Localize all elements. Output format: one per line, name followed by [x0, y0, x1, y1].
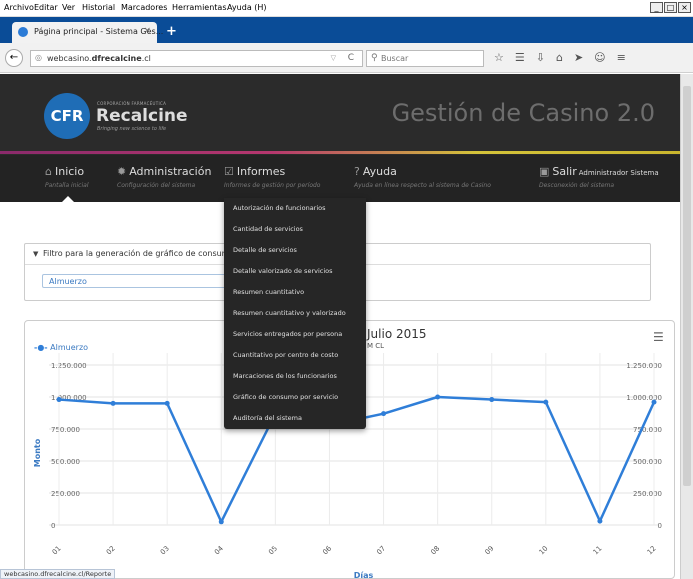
data-point: [164, 400, 170, 406]
data-point: [543, 399, 549, 405]
y-tick-label-right: 0: [658, 522, 662, 530]
chart-subtitle: M CL: [367, 342, 385, 350]
x-tick-label: 08: [429, 544, 441, 556]
x-tick-label: 09: [483, 544, 495, 556]
data-point: [110, 400, 116, 406]
data-point: [56, 397, 62, 403]
y-tick-label-right: 1.250.000: [626, 362, 662, 370]
legend-label: Almuerzo: [50, 343, 89, 352]
dd-servicios-persona[interactable]: Servicios entregados por persona: [233, 330, 342, 338]
page-scrollbar[interactable]: [680, 74, 693, 579]
x-axis-label: Días: [354, 571, 374, 579]
chart-menu-icon[interactable]: ☰: [653, 330, 664, 344]
dd-grafico-consumo[interactable]: Gráfico de consumo por servicio: [233, 393, 338, 401]
x-tick-label: 11: [592, 544, 604, 556]
dd-autorizacion[interactable]: Autorización de funcionarios: [233, 204, 326, 212]
informes-dropdown: Autorización de funcionarios Cantidad de…: [224, 198, 366, 429]
y-tick-label-left: 500.000: [51, 458, 80, 466]
y-tick-label-right: 1.000.000: [626, 394, 662, 402]
x-tick-label: 12: [646, 544, 658, 556]
x-tick-label: 01: [51, 544, 63, 556]
dd-resumen-cuantitativo[interactable]: Resumen cuantitativo: [233, 288, 304, 296]
data-point: [435, 394, 441, 400]
dd-centro-costo[interactable]: Cuantitativo por centro de costo: [233, 351, 338, 359]
chart-legend[interactable]: -●- Almuerzo: [34, 343, 88, 352]
data-point: [597, 518, 603, 524]
x-tick-label: 07: [375, 544, 387, 556]
x-tick-label: 05: [267, 544, 279, 556]
data-point: [651, 399, 657, 405]
dd-auditoria[interactable]: Auditoría del sistema: [233, 414, 302, 422]
x-tick-label: 10: [538, 544, 550, 556]
x-tick-label: 03: [159, 544, 171, 556]
x-tick-label: 02: [105, 544, 117, 556]
x-tick-label: 04: [213, 544, 225, 556]
dd-detalle-valorizado[interactable]: Detalle valorizado de servicios: [233, 267, 333, 275]
y-tick-label-right: 250.000: [633, 490, 662, 498]
x-tick-label: 06: [321, 544, 333, 556]
data-point: [218, 519, 224, 525]
y-tick-label-right: 500.000: [633, 458, 662, 466]
scrollbar-thumb[interactable]: [683, 86, 691, 486]
y-tick-label-left: 1.250.000: [51, 362, 87, 370]
data-point: [489, 397, 495, 403]
y-tick-label-left: 0: [51, 522, 55, 530]
dd-marcaciones[interactable]: Marcaciones de los funcionarios: [233, 372, 337, 380]
y-axis-label: Monto: [33, 438, 42, 467]
y-tick-label-right: 750.000: [633, 426, 662, 434]
chart-title: Julio 2015: [367, 327, 427, 341]
dd-detalle-servicios[interactable]: Detalle de servicios: [233, 246, 297, 254]
y-tick-label-left: 250.000: [51, 490, 80, 498]
y-tick-label-left: 750.000: [51, 426, 80, 434]
status-bar: webcasino.dfrecalcine.cl/Reporte: [0, 569, 116, 579]
dd-cantidad-servicios[interactable]: Cantidad de servicios: [233, 225, 303, 233]
data-point: [381, 411, 387, 417]
dd-resumen-valorizado[interactable]: Resumen cuantitativo y valorizado: [233, 309, 346, 317]
legend-marker-icon: -●-: [34, 343, 48, 352]
